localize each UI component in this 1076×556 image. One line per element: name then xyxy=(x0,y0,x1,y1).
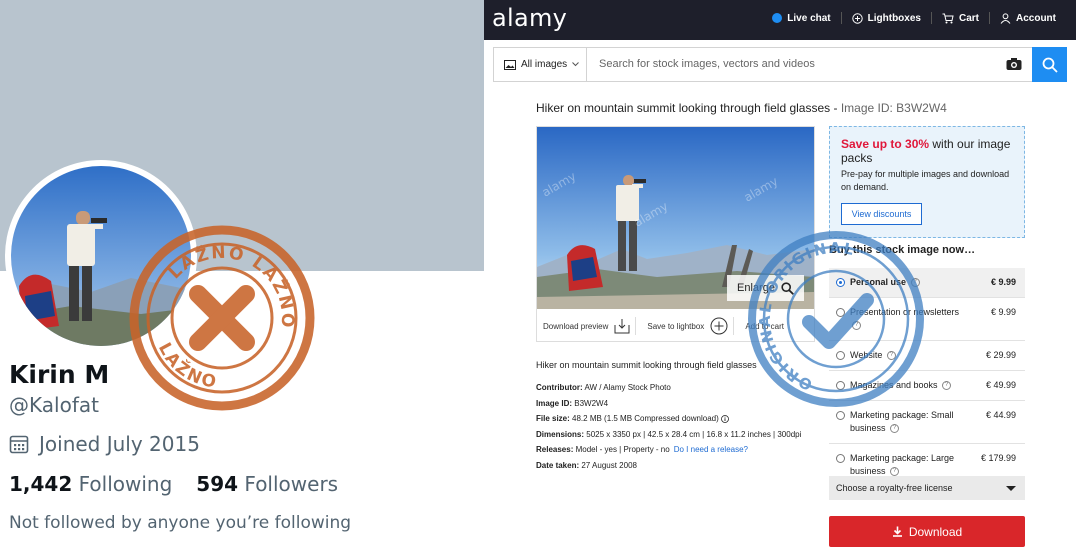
followers-count: 594 xyxy=(196,472,239,496)
joined-text: Joined July 2015 xyxy=(39,432,200,456)
download-preview-label: Download preview xyxy=(543,321,609,331)
plus-circle-icon xyxy=(710,317,728,335)
image-caption: Hiker on mountain summit looking through… xyxy=(536,360,757,370)
royalty-free-license-select[interactable]: Choose a royalty-free license xyxy=(829,476,1025,500)
image-title-id: Image ID: B3W2W4 xyxy=(840,101,947,115)
option-price: € 44.99 xyxy=(985,410,1016,420)
top-bar: alamy Live chat Lightboxes Cart Account xyxy=(484,0,1076,40)
download-icon xyxy=(892,526,902,537)
help-icon[interactable]: ? xyxy=(890,424,900,434)
image-type-label: All images xyxy=(521,59,568,70)
user-icon xyxy=(1000,12,1011,24)
date-taken-row: Date taken: 27 August 2008 xyxy=(536,458,801,474)
divider xyxy=(635,317,637,335)
radio-button[interactable] xyxy=(836,411,845,420)
option-price: € 49.99 xyxy=(985,380,1016,390)
checkmark-icon xyxy=(802,293,874,349)
image-title: Hiker on mountain summit looking through… xyxy=(536,101,947,115)
radio-button[interactable] xyxy=(836,454,845,463)
help-icon[interactable]: ? xyxy=(890,467,900,477)
following-link[interactable]: 1,442 Following xyxy=(9,472,172,496)
option-price: € 179.99 xyxy=(980,453,1016,463)
chevron-down-icon xyxy=(572,62,579,67)
view-discounts-button[interactable]: View discounts xyxy=(841,203,922,225)
download-tray-icon xyxy=(614,319,630,334)
alamy-logo[interactable]: alamy xyxy=(492,4,567,32)
search-bar: All images Search for stock images, vect… xyxy=(493,47,1067,82)
fake-stamp: LAŽNO LAŽNO LAŽNO xyxy=(126,219,319,414)
plus-circle-icon xyxy=(851,12,863,24)
cart-icon xyxy=(942,13,954,23)
promo-headline: Save up to 30% with our image packs xyxy=(841,137,1013,165)
cart-link[interactable]: Cart xyxy=(932,13,989,24)
calendar-icon xyxy=(9,435,29,454)
search-icon xyxy=(1042,57,1058,73)
joined-date: Joined July 2015 xyxy=(9,432,200,456)
chat-icon xyxy=(772,13,783,23)
option-label: Marketing package: Small business xyxy=(850,410,954,433)
file-size-row: File size: 48.2 MB (1.5 MB Compressed do… xyxy=(536,411,801,427)
image-type-select[interactable]: All images xyxy=(494,48,587,81)
lightboxes-label: Lightboxes xyxy=(867,12,921,24)
promo-highlight: Save up to 30% xyxy=(841,137,930,151)
date-taken-value: 27 August 2008 xyxy=(581,460,637,470)
divider xyxy=(733,317,735,335)
license-select-label: Choose a royalty-free license xyxy=(836,483,953,493)
profile-name: Kirin M xyxy=(9,360,110,389)
original-stamp: ORIGINAL ORIGINAL xyxy=(733,216,925,408)
option-price: € 9.99 xyxy=(990,277,1016,287)
option-label: Marketing package: Large business xyxy=(850,453,955,476)
followers-link[interactable]: 594 Followers xyxy=(196,472,338,496)
image-id-label: Image ID: xyxy=(536,398,573,408)
search-button[interactable] xyxy=(1032,47,1067,82)
lightboxes-link[interactable]: Lightboxes xyxy=(842,13,931,24)
account-label: Account xyxy=(1016,12,1056,24)
releases-value: Model - yes | Property - no xyxy=(575,445,670,454)
date-taken-label: Date taken: xyxy=(536,460,580,470)
live-chat-label: Live chat xyxy=(787,12,831,24)
promo-body: Pre-pay for multiple images and download… xyxy=(841,169,1010,192)
save-to-lightbox-label: Save to lightbox xyxy=(647,321,705,331)
image-title-text: Hiker on mountain summit looking through… xyxy=(536,101,838,115)
dimensions-value: 5025 x 3350 px | 42.5 x 28.4 cm | 16.8 x… xyxy=(586,429,802,439)
discount-promo: Save up to 30% with our image packs Pre-… xyxy=(829,126,1025,238)
search-input[interactable]: Search for stock images, vectors and vid… xyxy=(599,58,815,70)
follow-counts: 1,442 Following 594 Followers xyxy=(9,472,338,496)
image-id-value: B3W2W4 xyxy=(574,398,609,408)
option-price: € 29.99 xyxy=(985,350,1016,360)
live-chat-link[interactable]: Live chat xyxy=(762,13,840,24)
cart-label: Cart xyxy=(958,12,979,24)
contributor-label: Contributor: xyxy=(536,383,583,392)
followers-label: Followers xyxy=(244,472,339,496)
dimensions-label: Dimensions: xyxy=(536,429,585,439)
caret-down-icon xyxy=(1006,486,1016,491)
following-count: 1,442 xyxy=(9,472,73,496)
help-icon[interactable]: ? xyxy=(942,381,952,391)
file-size-label: File size: xyxy=(536,414,570,423)
download-label: Download xyxy=(908,524,963,539)
camera-icon[interactable] xyxy=(1006,57,1022,76)
image-icon xyxy=(504,59,516,70)
download-preview-button[interactable]: Download preview xyxy=(537,318,630,334)
account-link[interactable]: Account xyxy=(990,13,1066,24)
cross-icon xyxy=(189,285,255,351)
info-icon[interactable] xyxy=(721,414,729,423)
not-followed-text: Not followed by anyone you’re following xyxy=(9,513,352,533)
file-size-value: 48.2 MB (1.5 MB Compressed download) xyxy=(572,414,719,423)
releases-label: Releases: xyxy=(536,445,574,454)
contributor-value[interactable]: AW / Alamy Stock Photo xyxy=(584,383,670,392)
download-button[interactable]: Download xyxy=(829,516,1025,547)
option-price: € 9.99 xyxy=(990,307,1016,317)
dimensions-row: Dimensions: 5025 x 3350 px | 42.5 x 28.4… xyxy=(536,427,801,443)
save-to-lightbox-button[interactable]: Save to lightbox xyxy=(641,317,728,335)
releases-row: Releases: Model - yes | Property - no Do … xyxy=(536,442,801,458)
following-label: Following xyxy=(78,472,173,496)
release-help-link[interactable]: Do I need a release? xyxy=(674,445,748,454)
profile-handle: @Kalofat xyxy=(9,393,99,417)
top-nav: Live chat Lightboxes Cart Account xyxy=(762,12,1066,24)
